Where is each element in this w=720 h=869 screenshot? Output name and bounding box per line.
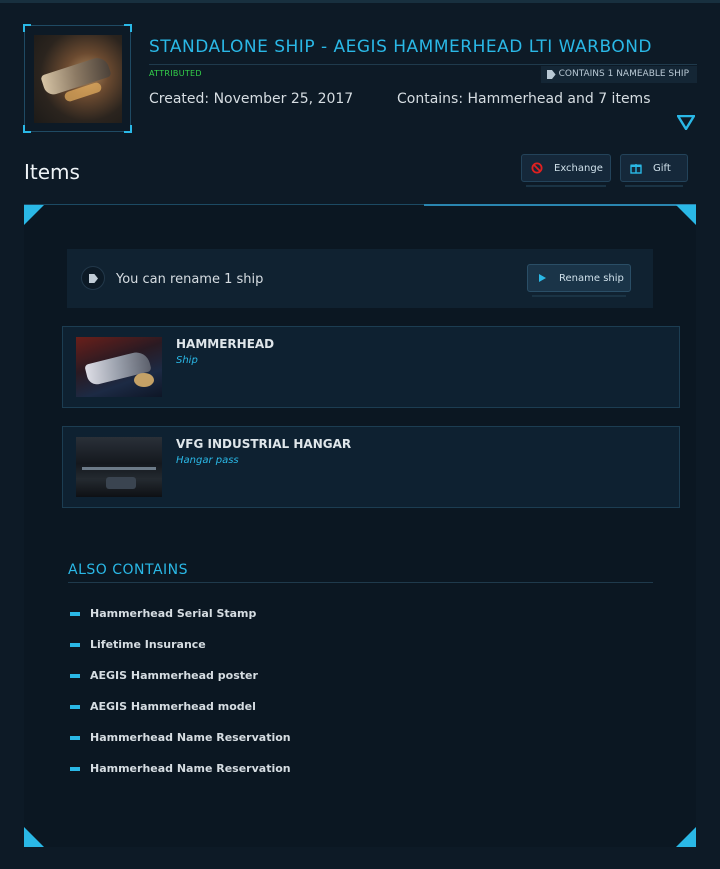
gift-button[interactable]: Gift [620,154,688,187]
package-title: STANDALONE SHIP - AEGIS HAMMERHEAD LTI W… [149,37,653,57]
list-item: Hammerhead Name Reservation [70,762,291,793]
also-contains-list: Hammerhead Serial Stamp Lifetime Insuran… [70,607,291,793]
frame-corner [23,125,31,133]
item-card-hammerhead[interactable]: HAMMERHEAD Ship [62,326,680,408]
item-name: VFG INDUSTRIAL HANGAR [176,437,352,451]
items-heading: Items [24,160,80,184]
items-panel: You can rename 1 ship Rename ship HAMMER… [24,204,696,847]
panel-corner [24,827,44,847]
top-divider [0,0,720,3]
item-type: Ship [176,355,198,366]
bullet-icon [70,612,80,616]
ship-image [76,337,162,397]
bullet-icon [70,674,80,678]
panel-highlight [424,204,696,206]
list-item: Hammerhead Serial Stamp [70,607,291,638]
rename-notice: You can rename 1 ship Rename ship [67,249,653,308]
nameable-ship-badge: CONTAINS 1 NAMEABLE SHIP [540,66,697,83]
also-contains-heading: ALSO CONTAINS [68,562,189,578]
frame-corner [124,125,132,133]
rename-ship-label: Rename ship [559,272,624,284]
contains-summary: Contains: Hammerhead and 7 items [397,91,651,107]
rename-text: You can rename 1 ship [116,272,264,287]
bullet-icon [70,643,80,647]
expand-chevron-icon[interactable] [677,115,695,130]
created-date: Created: November 25, 2017 [149,91,354,107]
bullet-icon [70,705,80,709]
package-image [34,35,122,123]
hangar-image [76,437,162,497]
panel-corner [676,205,696,225]
title-divider [149,64,697,65]
bullet-icon [70,767,80,771]
exchange-button[interactable]: Exchange [521,154,611,187]
tag-icon [81,266,105,290]
list-item: AEGIS Hammerhead poster [70,669,291,700]
list-item: Lifetime Insurance [70,638,291,669]
status-badge: ATTRIBUTED [149,69,202,78]
bullet-icon [70,736,80,740]
nameable-ship-label: CONTAINS 1 NAMEABLE SHIP [558,69,689,79]
gift-label: Gift [653,162,671,174]
item-type: Hangar pass [176,455,239,466]
list-item: Hammerhead Name Reservation [70,731,291,762]
rename-ship-button[interactable]: Rename ship [527,264,631,297]
panel-corner [676,827,696,847]
frame-corner [124,24,132,32]
list-item: AEGIS Hammerhead model [70,700,291,731]
gift-icon [630,164,642,174]
exchange-label: Exchange [554,162,603,174]
exchange-forbidden-icon [531,162,543,174]
tag-icon [546,70,556,79]
panel-corner [24,205,44,225]
also-contains-divider [68,582,653,583]
frame-corner [23,24,31,32]
package-thumbnail[interactable] [23,24,132,133]
item-card-hangar[interactable]: VFG INDUSTRIAL HANGAR Hangar pass [62,426,680,508]
item-name: HAMMERHEAD [176,337,275,351]
